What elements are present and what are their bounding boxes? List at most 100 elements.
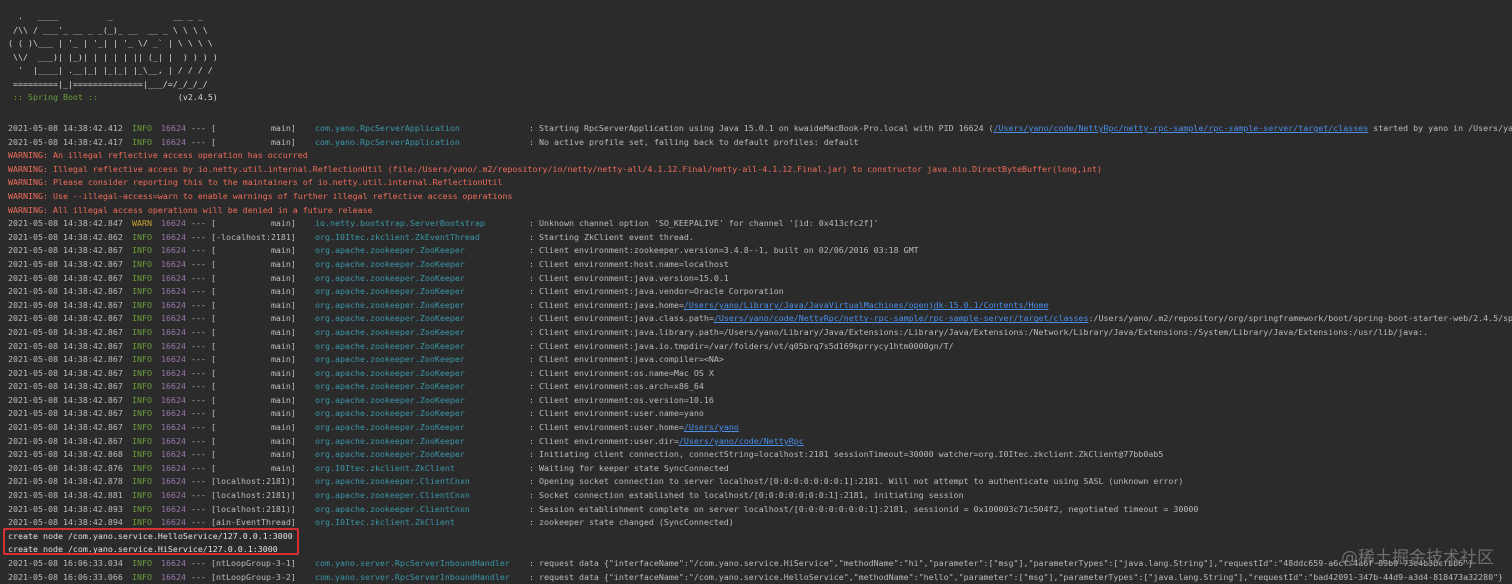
log-timestamp: 2021-05-08 16:06:33.066 [8,571,123,582]
log-separator: --- [191,476,206,487]
log-line: 2021-05-08 14:38:42.867 INFO 16624 --- [ mai… [8,285,1512,299]
log-pid: 16624 [161,435,186,446]
log-level: INFO [132,367,152,378]
log-pid: 16624 [161,476,186,487]
log-thread: [localhost:2181)] [211,490,296,501]
log-logger: org.apache.zookeeper.ZooKeeper [315,435,465,446]
log-line: 2021-05-08 14:38:42.867 INFO 16624 --- [ mai… [8,353,1512,367]
log-line: 2021-05-08 14:38:42.412 INFO 16624 --- [ mai… [8,122,1512,136]
log-logger: org.apache.zookeeper.ClientCnxn [315,476,470,487]
log-line: WARNING: Use --illegal-access=warn to en… [8,190,1512,204]
log-message: : Client environment:zookeeper.version=3… [529,245,919,256]
log-thread: [ main] [211,408,296,419]
log-pid: 16624 [161,381,186,392]
log-logger: org.apache.zookeeper.ZooKeeper [315,354,465,365]
spring-boot-label: :: Spring Boot :: [8,92,98,102]
log-thread: [ntLoopGroup-3-2] [211,571,296,582]
log-line: WARNING: An illegal reflective access op… [8,149,1512,163]
log-thread: [ main] [211,367,296,378]
log-message-tail: :/Users/yano/.m2/repository/org/springfr… [1088,313,1512,324]
log-line: 2021-05-08 14:38:42.867 INFO 16624 --- [ mai… [8,367,1512,381]
log-line: 2021-05-08 14:38:42.867 INFO 16624 --- [ mai… [8,421,1512,435]
log-timestamp: 2021-05-08 14:38:42.412 [8,123,123,133]
log-logger: org.apache.zookeeper.ZooKeeper [315,449,465,460]
log-logger: org.apache.zookeeper.ZooKeeper [315,340,465,351]
log-separator: --- [191,503,206,514]
log-thread: [ main] [211,245,296,256]
log-path-link[interactable]: /Users/yano/code/NettyRpc/netty-rpc-samp… [714,312,1089,326]
log-message: : Client environment:os.version=10.16 [529,394,714,405]
log-pid: 16624 [161,136,186,147]
log-pid: 16624 [161,462,186,473]
log-thread: [ main] [211,354,296,365]
log-level: INFO [132,435,152,446]
log-logger: org.apache.zookeeper.ZooKeeper [315,245,465,256]
log-pid: 16624 [161,258,186,269]
warning-message: WARNING: An illegal reflective access op… [8,150,308,161]
log-pid: 16624 [161,218,186,229]
log-level: WARN [132,218,152,229]
log-line: 2021-05-08 16:06:33.034 INFO 16624 --- [ntLo… [8,557,1512,571]
log-separator: --- [191,340,206,351]
log-line: 2021-05-08 14:38:42.867 INFO 16624 --- [ mai… [8,394,1512,408]
log-separator: --- [191,354,206,365]
log-pid: 16624 [161,245,186,256]
log-separator: --- [191,422,206,433]
log-message: : Client environment:java.home= [529,299,684,310]
log-separator: --- [191,299,206,310]
console-output: . ____ _ __ _ _ /\\ / ___'_ __ _ _(_)_ _… [8,10,1512,584]
log-path-link[interactable]: /Users/yano/Library/Java/JavaVirtualMach… [684,299,1049,313]
log-thread: [ main] [211,313,296,324]
log-level: INFO [132,340,152,351]
log-level: INFO [132,422,152,433]
log-level: INFO [132,272,152,283]
log-logger: com.yano.server.RpcServerInboundHandler [315,571,510,582]
log-timestamp: 2021-05-08 14:38:42.867 [8,299,123,310]
log-logger: com.yano.RpcServerApplication [315,123,460,133]
log-timestamp: 2021-05-08 14:38:42.881 [8,490,123,501]
log-logger: org.apache.zookeeper.ZooKeeper [315,408,465,419]
log-message: : Client environment:os.name=Mac OS X [529,367,714,378]
spring-boot-banner: . ____ _ __ _ _ /\\ / ___'_ __ _ _(_)_ _… [8,10,1512,118]
log-timestamp: 2021-05-08 14:38:42.867 [8,354,123,365]
log-separator: --- [191,558,206,568]
log-logger: org.apache.zookeeper.ZooKeeper [315,367,465,378]
log-path-link[interactable]: /Users/yano/code/NettyRpc/netty-rpc-samp… [994,122,1369,136]
log-path-link[interactable]: /Users/yano [684,421,739,435]
log-level: INFO [132,231,152,242]
log-line: WARNING: Illegal reflective access by io… [8,163,1512,177]
log-message: : Client environment:user.name=yano [529,408,704,419]
warning-message: WARNING: Illegal reflective access by io… [8,163,1102,174]
log-level: INFO [132,326,152,337]
log-separator: --- [191,231,206,242]
log-timestamp: 2021-05-08 14:38:42.847 [8,218,123,229]
log-message: : Client environment:java.class.path= [529,313,714,324]
log-message: : Starting RpcServerApplication using Ja… [529,123,994,133]
log-separator: --- [191,123,206,133]
log-separator: --- [191,258,206,269]
log-pid: 16624 [161,558,186,568]
log-level: INFO [132,394,152,405]
log-thread: [ntLoopGroup-3-1] [211,558,296,568]
log-level: INFO [132,286,152,297]
log-logger: org.I0Itec.zkclient.ZkClient [315,462,455,473]
log-level: INFO [132,408,152,419]
log-message: : zookeeper state changed (SyncConnected… [529,517,734,528]
log-message: : request data {"interfaceName":"/com.ya… [529,571,1504,582]
log-logger: org.apache.zookeeper.ClientCnxn [315,503,470,514]
log-line: 2021-05-08 14:38:42.893 INFO 16624 --- [loca… [8,503,1512,517]
log-level: INFO [132,558,152,568]
log-thread: [ main] [211,286,296,297]
log-path-link[interactable]: /Users/yano/code/NettyRpc [679,435,804,449]
log-timestamp: 2021-05-08 14:38:42.867 [8,245,123,256]
log-line: WARNING: All illegal access operations w… [8,204,1512,218]
log-logger: com.yano.server.RpcServerInboundHandler [315,558,510,568]
log-level: INFO [132,462,152,473]
log-thread: [-localhost:2181] [211,231,296,242]
log-timestamp: 2021-05-08 14:38:42.868 [8,449,123,460]
log-logger: org.apache.zookeeper.ZooKeeper [315,313,465,324]
log-pid: 16624 [161,272,186,283]
log-line: 2021-05-08 14:38:42.867 INFO 16624 --- [ mai… [8,435,1512,449]
log-thread: [localhost:2181)] [211,503,296,514]
log-thread: [ main] [211,422,296,433]
